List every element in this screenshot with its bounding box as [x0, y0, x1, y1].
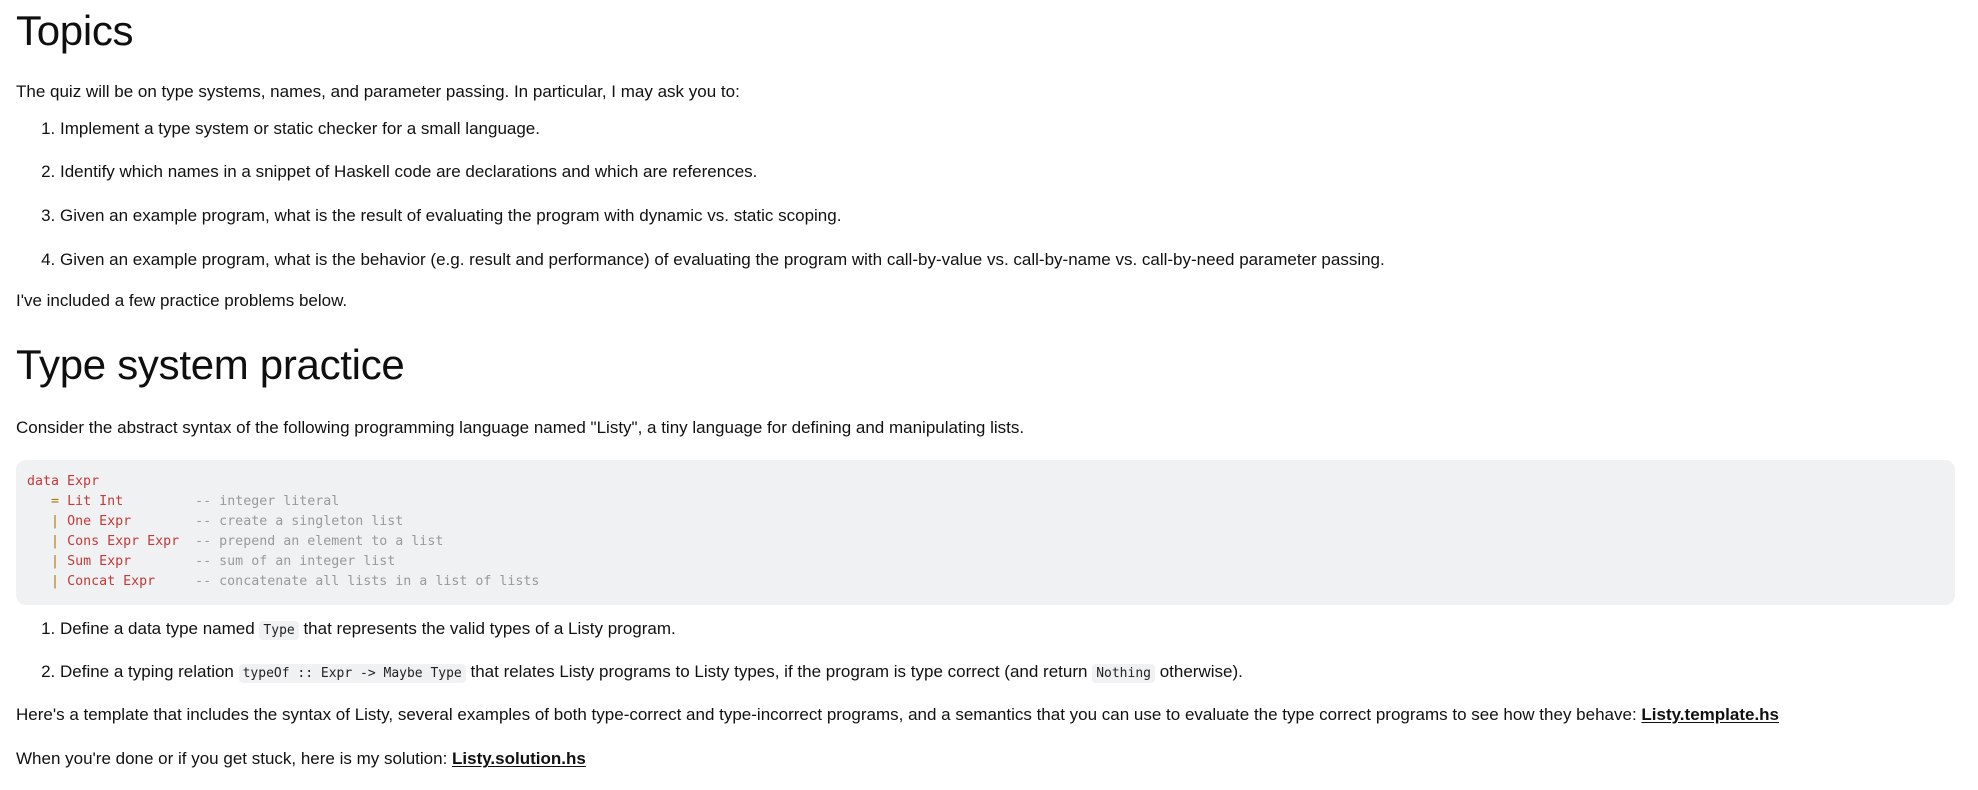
template-paragraph: Here's a template that includes the synt… [16, 704, 1780, 724]
list-item: Define a typing relation typeOf :: Expr … [60, 660, 1962, 685]
inline-code: Type [259, 621, 299, 641]
code-line: = Lit Int -- integer literal [51, 494, 340, 510]
solution-link[interactable]: Listy.solution.hs [452, 749, 586, 768]
list-item: Define a data type named Type that repre… [60, 617, 1962, 642]
code-line: | One Expr -- create a singleton list [51, 514, 404, 530]
code-keyword: data [27, 474, 60, 490]
practice-note: I've included a few practice problems be… [16, 291, 348, 311]
code-line: | Sum Expr -- sum of an integer list [51, 554, 396, 570]
code-type-name: Expr [67, 474, 100, 490]
code-block: data Expr = Lit Int -- integer literal |… [16, 460, 1955, 606]
topics-intro: The quiz will be on type systems, names,… [16, 82, 740, 101]
list-item: Given an example program, what is the re… [60, 204, 1962, 229]
practice-description: Consider the abstract syntax of the foll… [16, 417, 1025, 437]
code-line: | Concat Expr -- concatenate all lists i… [51, 574, 540, 590]
template-link[interactable]: Listy.template.hs [1641, 705, 1779, 724]
topics-list: Implement a type system or static checke… [16, 117, 1962, 273]
inline-code: typeOf :: Expr -> Maybe Type [238, 664, 466, 684]
solution-paragraph: When you're done or if you get stuck, he… [16, 749, 586, 769]
inline-code: Nothing [1092, 664, 1155, 684]
page: Topics The quiz will be on type systems,… [0, 0, 1978, 772]
list-item: Implement a type system or static checke… [60, 117, 1962, 142]
practice-heading: Type system practice [16, 340, 405, 388]
tasks-list: Define a data type named Type that repre… [16, 617, 1962, 684]
list-item: Given an example program, what is the be… [60, 248, 1962, 273]
topics-heading: Topics [16, 7, 134, 54]
list-item: Identify which names in a snippet of Has… [60, 160, 1962, 185]
code-line: | Cons Expr Expr -- prepend an element t… [51, 534, 444, 550]
